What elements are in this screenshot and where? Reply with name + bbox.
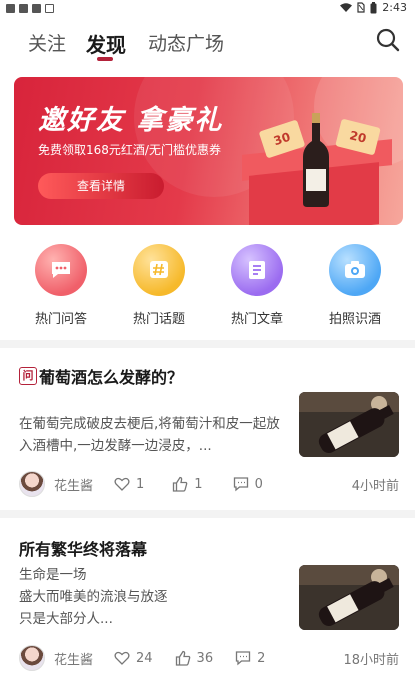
post-excerpt-line: 盛大而唯美的流浪与放逐 [19, 589, 168, 605]
quick-entry-label: 热门话题 [132, 312, 185, 327]
wine-bottle-image [299, 565, 399, 630]
post-thumbnail[interactable] [299, 565, 399, 630]
post-title-text: 葡萄酒怎么发酵的？ [39, 368, 184, 387]
active-tab-indicator [97, 57, 113, 61]
heart-icon [114, 651, 130, 665]
section-divider [0, 340, 415, 348]
wifi-icon [340, 2, 353, 12]
search-icon[interactable] [375, 27, 401, 53]
top-tab-bar: 关注 发现 动态广场 [0, 24, 415, 64]
avatar[interactable] [19, 645, 45, 671]
author-name[interactable]: 花生酱 [54, 475, 104, 494]
promo-banner[interactable]: 邀好友 拿豪礼 免费领取168元红酒/无门槛优惠券 查看详情 30 20 [14, 77, 403, 225]
camera-icon [329, 244, 381, 296]
comment-count: 0 [254, 476, 263, 492]
thumbs-up-count: 36 [196, 650, 214, 666]
wine-bottle-image [299, 392, 399, 457]
quick-entry-label: 热门问答 [34, 312, 87, 327]
tab-square[interactable]: 动态广场 [148, 29, 224, 56]
quick-entry-hot-topics[interactable]: 热门话题 [124, 244, 194, 327]
thumbs-up-stat[interactable]: 1 [172, 476, 203, 492]
wine-bottle-icon [303, 113, 329, 207]
post-title: 问 葡萄酒怎么发酵的？ [19, 364, 183, 388]
heart-icon [114, 477, 130, 491]
feed-post[interactable]: 问 葡萄酒怎么发酵的？ 在葡萄完成破皮去梗后,将葡萄汁和皮一起放入酒槽中,一边发… [0, 348, 415, 510]
post-excerpt-line: 只是大部分人... [19, 611, 113, 627]
tab-follow[interactable]: 关注 [28, 29, 66, 56]
thumbs-up-icon [173, 476, 188, 492]
hashtag-icon [133, 244, 185, 296]
thumbs-up-icon [175, 650, 190, 666]
post-excerpt-line: 生命是一场 [19, 567, 87, 583]
article-icon [231, 244, 283, 296]
post-time: 18小时前 [343, 652, 399, 668]
comment-stat[interactable]: 2 [235, 650, 265, 666]
thumbs-up-count: 1 [194, 476, 203, 492]
like-count: 1 [136, 476, 145, 492]
comment-icon [235, 651, 251, 666]
question-badge: 问 [19, 367, 37, 385]
notification-icon [45, 4, 54, 13]
post-excerpt: 在葡萄完成破皮去梗后,将葡萄汁和皮一起放入酒槽中,一边发酵一边浸皮，... [19, 416, 280, 454]
battery-icon [370, 1, 377, 13]
notification-icon [32, 4, 41, 13]
tab-discover[interactable]: 发现 [86, 29, 126, 58]
feed-post[interactable]: 所有繁华终将落幕 生命是一场 盛大而唯美的流浪与放逐 只是大部分人... 花生酱… [0, 518, 415, 687]
like-count: 24 [136, 650, 153, 666]
post-meta: 花生酱 24 36 2 18小时前 [19, 645, 399, 671]
quick-entry-hot-articles[interactable]: 热门文章 [222, 244, 292, 327]
post-time: 4小时前 [351, 478, 399, 494]
thumbs-up-stat[interactable]: 36 [175, 650, 214, 666]
author-name[interactable]: 花生酱 [54, 649, 104, 668]
section-divider [0, 510, 415, 518]
status-bar: 2:43 [0, 0, 415, 16]
banner-subtitle: 免费领取168元红酒/无门槛优惠券 [38, 143, 221, 157]
notification-icon [19, 4, 28, 13]
quick-entry-photo-recognize[interactable]: 拍照识酒 [320, 244, 390, 327]
quick-entry-label: 热门文章 [230, 312, 283, 327]
like-stat[interactable]: 1 [114, 476, 144, 492]
comment-stat[interactable]: 0 [233, 476, 263, 492]
post-title: 所有繁华终将落幕 [19, 536, 147, 560]
notification-icon [6, 4, 15, 13]
comment-icon [233, 477, 248, 492]
status-time: 2:43 [382, 1, 407, 14]
quick-entry-label: 拍照识酒 [328, 312, 381, 327]
post-excerpt: 生命是一场 盛大而唯美的流浪与放逐 只是大部分人... [19, 564, 287, 630]
quick-entry-grid: 热门问答 热门话题 热门文章 拍照识酒 [0, 244, 415, 334]
post-title-text: 所有繁华终将落幕 [19, 540, 148, 559]
post-meta: 花生酱 1 1 0 4小时前 [19, 471, 399, 497]
post-thumbnail[interactable] [299, 392, 399, 457]
notification-icons [6, 4, 54, 13]
banner-title: 邀好友 拿豪礼 [38, 105, 224, 136]
quick-entry-hot-qa[interactable]: 热门问答 [26, 244, 96, 327]
banner-detail-button[interactable]: 查看详情 [38, 173, 164, 199]
avatar[interactable] [19, 471, 45, 497]
comment-count: 2 [257, 650, 266, 666]
chat-bubble-icon [35, 244, 87, 296]
like-stat[interactable]: 24 [114, 650, 153, 666]
no-sim-icon [357, 2, 365, 13]
